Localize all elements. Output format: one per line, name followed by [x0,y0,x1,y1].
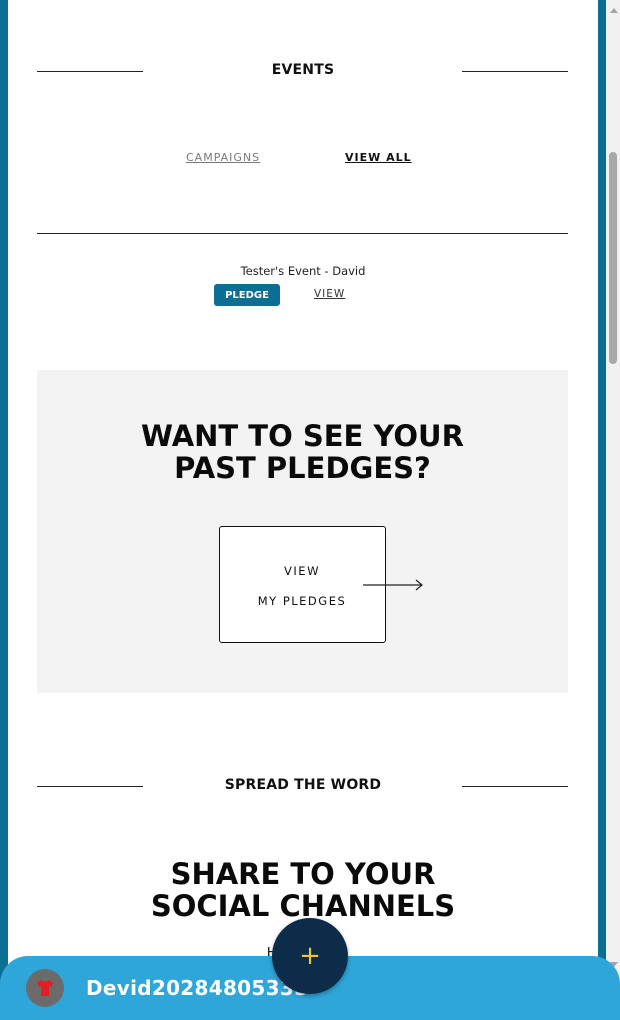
add-fab-button[interactable]: + [272,918,348,994]
share-heading: SHARE TO YOUR SOCIAL CHANNELS [8,858,598,922]
tab-view-all[interactable]: VIEW ALL [345,151,412,164]
right-frame [598,0,606,1020]
avatar[interactable] [26,969,64,1007]
username: Devid20284805335 [86,976,309,1000]
shirt-icon [37,980,53,996]
view-event-link[interactable]: VIEW [314,288,345,300]
past-pledges-panel: WANT TO SEE YOUR PAST PLEDGES? VIEW MY P… [37,370,568,693]
scrollbar[interactable] [606,0,620,1020]
view-my-pledges-button[interactable]: VIEW MY PLEDGES [219,526,386,643]
divider-left [37,71,143,72]
plus-icon: + [299,941,321,971]
scrollbar-thumb[interactable] [609,152,617,364]
share-heading-line2: SOCIAL CHANNELS [150,889,456,923]
past-pledges-heading: WANT TO SEE YOUR PAST PLEDGES? [37,420,568,484]
divider-right-2 [462,786,568,787]
divider-right [462,71,568,72]
left-frame [0,0,8,1020]
event-name: Tester's Event - David [240,264,366,278]
past-pledges-heading-line1: WANT TO SEE YOUR [141,419,464,453]
share-heading-line1: SHARE TO YOUR [170,857,436,891]
spread-the-word-title: SPREAD THE WORD [224,777,382,793]
scroll-up-icon[interactable] [610,8,618,13]
view-my-pledges-label-line2: MY PLEDGES [257,594,347,608]
pledge-button[interactable]: PLEDGE [214,284,280,306]
tab-campaigns[interactable]: CAMPAIGNS [186,151,260,164]
divider-left-2 [37,786,143,787]
arrow-right-icon [363,579,423,591]
events-title: EVENTS [271,62,335,78]
past-pledges-heading-line2: PAST PLEDGES? [174,451,431,485]
main-page: EVENTS CAMPAIGNS VIEW ALL Tester's Event… [8,0,598,1020]
section-divider [37,233,568,234]
view-my-pledges-label-line1: VIEW [284,564,320,578]
